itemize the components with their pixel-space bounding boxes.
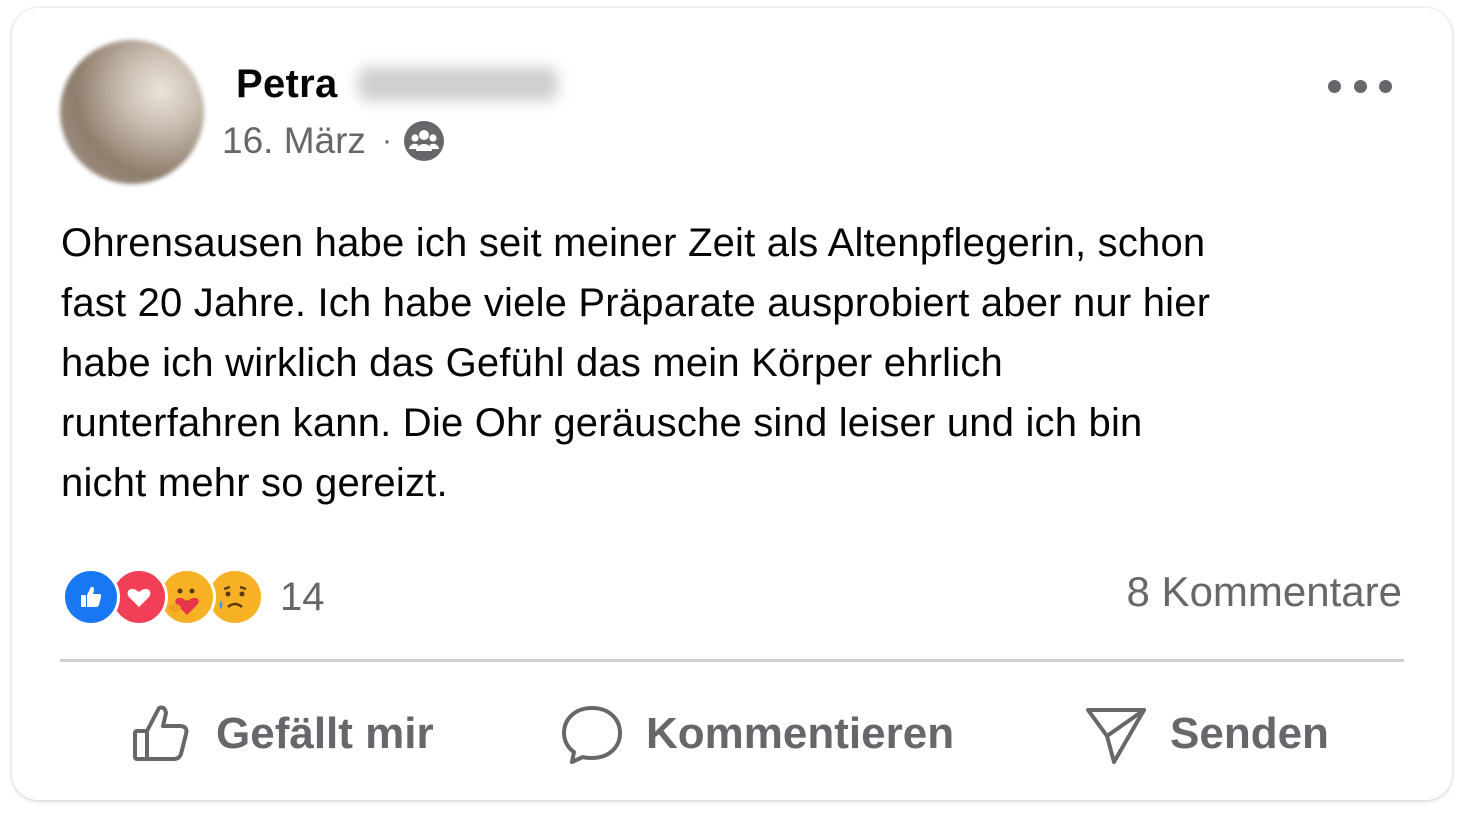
comment-bubble-icon <box>562 706 622 764</box>
comments-count-link[interactable]: 8 Kommentare <box>1127 568 1402 616</box>
post-text: Ohrensausen habe ich seit meiner Zeit al… <box>61 213 1421 513</box>
friends-group-icon[interactable] <box>403 121 444 161</box>
reaction-count[interactable]: 14 <box>280 575 325 620</box>
comment-button[interactable]: Kommentieren <box>560 698 954 770</box>
more-dot-icon <box>1379 79 1392 93</box>
send-button[interactable]: Senden <box>1084 698 1329 770</box>
post-text-line: Ohrensausen habe ich seit meiner Zeit al… <box>61 221 1206 265</box>
thumbs-up-icon <box>133 705 189 761</box>
author-name[interactable]: Petra <box>236 60 558 108</box>
post-text-line: fast 20 Jahre. Ich habe viele Präparate … <box>61 281 1211 325</box>
divider <box>60 659 1404 662</box>
post-text-line: nicht mehr so gereizt. <box>61 461 448 505</box>
like-button[interactable]: Gefällt mir <box>130 698 434 770</box>
meta-separator: · <box>381 124 392 157</box>
author-first-name[interactable]: Petra <box>236 62 338 107</box>
more-options-button[interactable] <box>1328 66 1392 106</box>
send-button-label: Senden <box>1170 709 1329 758</box>
post-card: Petra 16. März · Ohrensausen habe ich se… <box>12 8 1452 800</box>
post-text-line: habe ich wirklich das Gefühl das mein Kö… <box>61 341 1003 385</box>
like-button-label: Gefällt mir <box>216 709 434 758</box>
reactions-summary[interactable]: 14 <box>62 566 325 628</box>
avatar[interactable] <box>60 40 204 184</box>
author-last-name-blurred <box>357 67 558 101</box>
like-reaction-icon <box>62 568 120 626</box>
more-dot-icon <box>1328 79 1341 93</box>
post-date[interactable]: 16. März <box>222 120 366 162</box>
post-text-line: runterfahren kann. Die Ohr geräusche sin… <box>61 401 1143 445</box>
post-meta: 16. März · <box>222 118 444 164</box>
more-dot-icon <box>1353 79 1367 93</box>
send-icon <box>1086 708 1146 764</box>
comment-button-label: Kommentieren <box>646 709 955 758</box>
